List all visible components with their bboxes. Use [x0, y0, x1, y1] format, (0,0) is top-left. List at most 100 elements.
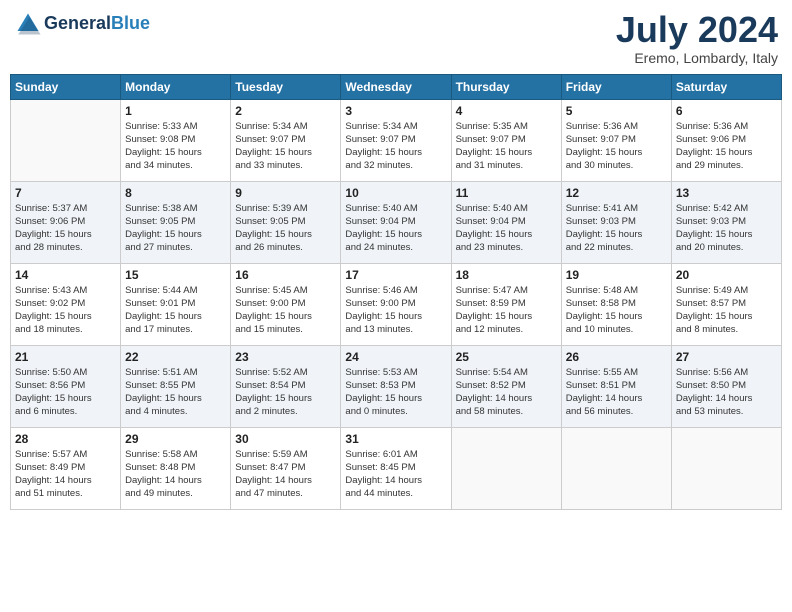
day-info: Sunrise: 5:43 AMSunset: 9:02 PMDaylight:… [15, 284, 116, 337]
logo-icon [14, 10, 42, 38]
daylight-text: Daylight: 15 hours [15, 310, 116, 323]
daylight-continued-text: and 6 minutes. [15, 405, 116, 418]
daylight-text: Daylight: 15 hours [676, 310, 777, 323]
day-number: 19 [566, 268, 667, 282]
sunrise-text: Sunrise: 5:48 AM [566, 284, 667, 297]
daylight-continued-text: and 4 minutes. [125, 405, 226, 418]
day-number: 11 [456, 186, 557, 200]
day-info: Sunrise: 5:53 AMSunset: 8:53 PMDaylight:… [345, 366, 446, 419]
daylight-text: Daylight: 15 hours [566, 310, 667, 323]
page-header: GeneralBlue July 2024 Eremo, Lombardy, I… [10, 10, 782, 66]
sunrise-text: Sunrise: 5:46 AM [345, 284, 446, 297]
day-number: 31 [345, 432, 446, 446]
day-number: 28 [15, 432, 116, 446]
day-number: 9 [235, 186, 336, 200]
calendar-day-cell: 4Sunrise: 5:35 AMSunset: 9:07 PMDaylight… [451, 99, 561, 181]
title-block: July 2024 Eremo, Lombardy, Italy [616, 10, 778, 66]
calendar-day-cell [11, 99, 121, 181]
calendar-day-cell: 24Sunrise: 5:53 AMSunset: 8:53 PMDayligh… [341, 345, 451, 427]
daylight-text: Daylight: 15 hours [456, 310, 557, 323]
daylight-text: Daylight: 15 hours [676, 146, 777, 159]
daylight-continued-text: and 33 minutes. [235, 159, 336, 172]
calendar-body: 1Sunrise: 5:33 AMSunset: 9:08 PMDaylight… [11, 99, 782, 509]
day-number: 29 [125, 432, 226, 446]
daylight-text: Daylight: 15 hours [345, 392, 446, 405]
daylight-text: Daylight: 14 hours [456, 392, 557, 405]
sunset-text: Sunset: 9:02 PM [15, 297, 116, 310]
sunrise-text: Sunrise: 5:37 AM [15, 202, 116, 215]
day-info: Sunrise: 5:33 AMSunset: 9:08 PMDaylight:… [125, 120, 226, 173]
daylight-text: Daylight: 15 hours [235, 228, 336, 241]
calendar-day-cell: 25Sunrise: 5:54 AMSunset: 8:52 PMDayligh… [451, 345, 561, 427]
sunset-text: Sunset: 9:07 PM [345, 133, 446, 146]
sunrise-text: Sunrise: 5:35 AM [456, 120, 557, 133]
sunset-text: Sunset: 9:07 PM [566, 133, 667, 146]
calendar-day-cell: 9 Sunrise: 5:39 AMSunset: 9:05 PMDaylight… [231, 181, 341, 263]
daylight-continued-text: and 18 minutes. [15, 323, 116, 336]
sunrise-text: Sunrise: 5:39 AM [235, 202, 336, 215]
sunset-text: Sunset: 9:05 PM [125, 215, 226, 228]
calendar-day-cell: 27Sunrise: 5:56 AMSunset: 8:50 PMDayligh… [671, 345, 781, 427]
daylight-text: Daylight: 14 hours [235, 474, 336, 487]
sunrise-text: Sunrise: 5:44 AM [125, 284, 226, 297]
calendar-week-row: 21Sunrise: 5:50 AMSunset: 8:56 PMDayligh… [11, 345, 782, 427]
calendar-day-cell: 16Sunrise: 5:45 AMSunset: 9:00 PMDayligh… [231, 263, 341, 345]
calendar-day-cell: 28Sunrise: 5:57 AMSunset: 8:49 PMDayligh… [11, 427, 121, 509]
sunrise-text: Sunrise: 5:33 AM [125, 120, 226, 133]
daylight-continued-text: and 58 minutes. [456, 405, 557, 418]
daylight-text: Daylight: 15 hours [15, 392, 116, 405]
daylight-text: Daylight: 14 hours [125, 474, 226, 487]
calendar-day-cell: 30Sunrise: 5:59 AMSunset: 8:47 PMDayligh… [231, 427, 341, 509]
day-info: Sunrise: 5:58 AMSunset: 8:48 PMDaylight:… [125, 448, 226, 501]
sunrise-text: Sunrise: 5:40 AM [456, 202, 557, 215]
daylight-text: Daylight: 15 hours [15, 228, 116, 241]
sunrise-text: Sunrise: 5:52 AM [235, 366, 336, 379]
daylight-continued-text: and 53 minutes. [676, 405, 777, 418]
day-info: Sunrise: 5:39 AMSunset: 9:05 PMDaylight:… [235, 202, 336, 255]
weekday-header-cell: Tuesday [231, 74, 341, 99]
day-info: Sunrise: 5:36 AMSunset: 9:06 PMDaylight:… [676, 120, 777, 173]
day-number: 8 [125, 186, 226, 200]
sunset-text: Sunset: 9:08 PM [125, 133, 226, 146]
calendar-week-row: 28Sunrise: 5:57 AMSunset: 8:49 PMDayligh… [11, 427, 782, 509]
sunset-text: Sunset: 8:50 PM [676, 379, 777, 392]
sunset-text: Sunset: 8:59 PM [456, 297, 557, 310]
daylight-continued-text: and 15 minutes. [235, 323, 336, 336]
day-info: Sunrise: 5:40 AMSunset: 9:04 PMDaylight:… [345, 202, 446, 255]
day-info: Sunrise: 5:41 AMSunset: 9:03 PMDaylight:… [566, 202, 667, 255]
weekday-header-row: SundayMondayTuesdayWednesdayThursdayFrid… [11, 74, 782, 99]
daylight-continued-text: and 29 minutes. [676, 159, 777, 172]
calendar-day-cell: 8Sunrise: 5:38 AMSunset: 9:05 PMDaylight… [121, 181, 231, 263]
sunrise-text: Sunrise: 5:40 AM [345, 202, 446, 215]
sunset-text: Sunset: 8:48 PM [125, 461, 226, 474]
day-number: 25 [456, 350, 557, 364]
sunset-text: Sunset: 8:45 PM [345, 461, 446, 474]
calendar-day-cell: 15Sunrise: 5:44 AMSunset: 9:01 PMDayligh… [121, 263, 231, 345]
sunset-text: Sunset: 9:03 PM [676, 215, 777, 228]
day-info: Sunrise: 5:55 AMSunset: 8:51 PMDaylight:… [566, 366, 667, 419]
day-info: Sunrise: 5:34 AMSunset: 9:07 PMDaylight:… [345, 120, 446, 173]
day-number: 4 [456, 104, 557, 118]
daylight-text: Daylight: 15 hours [235, 310, 336, 323]
day-number: 21 [15, 350, 116, 364]
sunrise-text: Sunrise: 5:50 AM [15, 366, 116, 379]
day-info: Sunrise: 6:01 AMSunset: 8:45 PMDaylight:… [345, 448, 446, 501]
weekday-header-cell: Thursday [451, 74, 561, 99]
day-number: 3 [345, 104, 446, 118]
sunrise-text: Sunrise: 5:36 AM [566, 120, 667, 133]
daylight-continued-text: and 56 minutes. [566, 405, 667, 418]
day-info: Sunrise: 5:40 AMSunset: 9:04 PMDaylight:… [456, 202, 557, 255]
sunset-text: Sunset: 8:53 PM [345, 379, 446, 392]
sunrise-text: Sunrise: 5:45 AM [235, 284, 336, 297]
sunrise-text: Sunrise: 5:59 AM [235, 448, 336, 461]
daylight-text: Daylight: 15 hours [125, 392, 226, 405]
sunset-text: Sunset: 8:47 PM [235, 461, 336, 474]
daylight-continued-text: and 10 minutes. [566, 323, 667, 336]
logo-text: GeneralBlue [44, 14, 150, 34]
calendar-day-cell: 29 Sunrise: 5:58 AMSunset: 8:48 PMDayligh… [121, 427, 231, 509]
sunset-text: Sunset: 9:04 PM [345, 215, 446, 228]
day-number: 26 [566, 350, 667, 364]
sunset-text: Sunset: 9:07 PM [235, 133, 336, 146]
calendar-week-row: 14Sunrise: 5:43 AMSunset: 9:02 PMDayligh… [11, 263, 782, 345]
calendar-day-cell: 20Sunrise: 5:49 AMSunset: 8:57 PMDayligh… [671, 263, 781, 345]
